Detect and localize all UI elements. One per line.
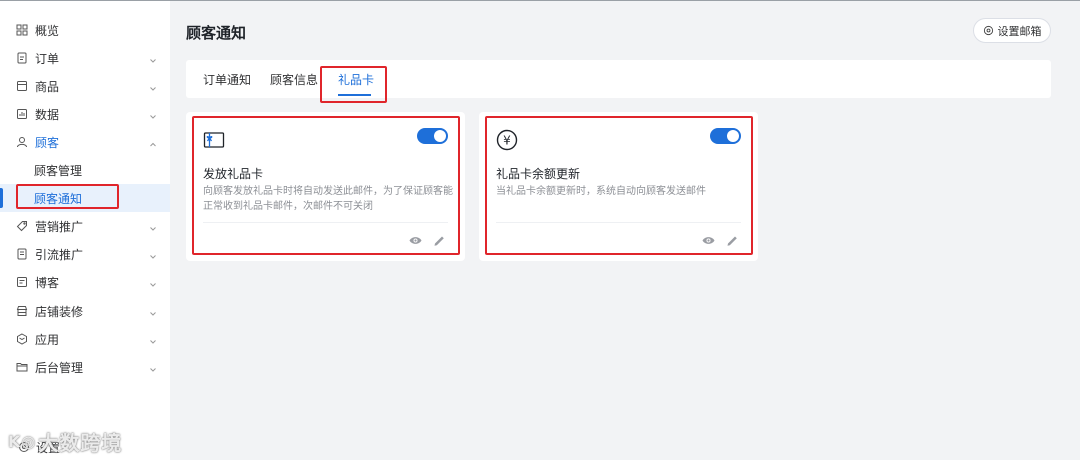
toggle-knob bbox=[727, 130, 739, 142]
card-divider bbox=[203, 222, 448, 223]
card-title: 礼品卡余额更新 bbox=[496, 167, 581, 181]
toggle-knob bbox=[434, 130, 446, 142]
svg-text:¥: ¥ bbox=[503, 134, 511, 148]
traffic-icon bbox=[16, 248, 28, 260]
yuan-coin-icon: ¥ bbox=[496, 129, 518, 151]
settings-gear-icon bbox=[18, 441, 30, 453]
sidebar-subitem-customer-notifications[interactable]: 顾客通知 bbox=[0, 184, 170, 212]
sidebar-item-label: 后台管理 bbox=[35, 360, 84, 375]
sidebar-item-label: 应用 bbox=[35, 332, 60, 347]
edit-pencil-icon[interactable] bbox=[433, 234, 446, 247]
sidebar-item-store-design[interactable]: 店铺装修 bbox=[0, 297, 170, 325]
chevron-up-icon bbox=[149, 138, 157, 147]
sidebar-subitem-customer-management[interactable]: 顾客管理 bbox=[0, 156, 170, 184]
sidebar-item-apps[interactable]: 应用 bbox=[0, 325, 170, 353]
gear-icon bbox=[983, 25, 993, 36]
sidebar-item-orders[interactable]: 订单 bbox=[0, 44, 170, 72]
tab-order-notifications[interactable]: 订单通知 bbox=[203, 60, 251, 98]
blog-icon bbox=[16, 276, 28, 288]
sidebar-item-label: 营销推广 bbox=[35, 219, 84, 234]
order-icon bbox=[16, 52, 28, 64]
store-icon bbox=[16, 305, 28, 317]
notification-card-balance-update: ¥ 礼品卡余额更新 当礼品卡余额更新时，系统自动向顾客发送邮件 bbox=[479, 112, 758, 261]
sidebar-item-label: 概览 bbox=[35, 23, 60, 38]
active-indicator bbox=[0, 188, 3, 208]
tab-label: 订单通知 bbox=[203, 72, 252, 87]
preview-eye-icon[interactable] bbox=[409, 234, 422, 247]
chevron-down-icon bbox=[149, 307, 157, 316]
chevron-down-icon bbox=[149, 222, 157, 231]
data-icon bbox=[16, 108, 28, 120]
sidebar-item-marketing[interactable]: 营销推广 bbox=[0, 212, 170, 240]
chevron-down-icon bbox=[149, 54, 157, 63]
chevron-down-icon bbox=[149, 250, 157, 259]
notification-card-issue-gift-card: 发放礼品卡 向顾客发放礼品卡时将自动发送此邮件，为了保证顾客能正常收到礼品卡邮件… bbox=[186, 112, 465, 261]
card-divider bbox=[496, 222, 741, 223]
sidebar-settings[interactable]: 设置 bbox=[0, 433, 170, 460]
sidebar-item-label: 订单 bbox=[35, 51, 60, 66]
tab-active-underline bbox=[338, 94, 371, 96]
sidebar-item-label: 店铺装修 bbox=[35, 304, 84, 319]
tab-label: 顾客信息 bbox=[270, 72, 319, 87]
sidebar-item-blog[interactable]: 博客 bbox=[0, 268, 170, 296]
card-description: 当礼品卡余额更新时，系统自动向顾客发送邮件 bbox=[496, 186, 706, 197]
chevron-down-icon bbox=[149, 82, 157, 91]
settings-mail-label: 设置邮箱 bbox=[997, 24, 1042, 38]
sidebar-subitem-label: 顾客管理 bbox=[34, 163, 83, 178]
sidebar-item-customers[interactable]: 顾客 bbox=[0, 128, 170, 156]
page-title: 顾客通知 bbox=[186, 24, 247, 42]
issue-gift-card-toggle[interactable] bbox=[417, 128, 448, 144]
tabs-bar: 订单通知 顾客信息 礼品卡 bbox=[186, 60, 1051, 98]
sidebar: 概览 订单 商品 数据 顾客 顾客管理 顾客通知 营销推广 引流推广 博客 店铺… bbox=[0, 1, 170, 460]
tab-customer-info[interactable]: 顾客信息 bbox=[270, 60, 318, 98]
sidebar-item-label: 商品 bbox=[35, 79, 60, 94]
sidebar-settings-label: 设置 bbox=[36, 440, 61, 455]
chevron-down-icon bbox=[149, 110, 157, 119]
app-icon bbox=[16, 333, 28, 345]
chevron-down-icon bbox=[149, 363, 157, 372]
edit-pencil-icon[interactable] bbox=[726, 234, 739, 247]
chevron-down-icon bbox=[149, 278, 157, 287]
tab-label: 礼品卡 bbox=[338, 72, 375, 87]
overview-icon bbox=[16, 24, 28, 36]
chevron-down-icon bbox=[149, 335, 157, 344]
sidebar-item-admin[interactable]: 后台管理 bbox=[0, 353, 170, 381]
tag-icon bbox=[16, 220, 28, 232]
sidebar-subitem-label: 顾客通知 bbox=[34, 191, 83, 206]
card-title: 发放礼品卡 bbox=[203, 167, 264, 181]
sidebar-item-data[interactable]: 数据 bbox=[0, 100, 170, 128]
folder-icon bbox=[16, 361, 28, 373]
preview-eye-icon[interactable] bbox=[702, 234, 715, 247]
sidebar-item-label: 顾客 bbox=[35, 135, 60, 150]
product-icon bbox=[16, 80, 28, 92]
sidebar-item-label: 数据 bbox=[35, 107, 60, 122]
sidebar-item-overview[interactable]: 概览 bbox=[0, 16, 170, 44]
sidebar-item-label: 引流推广 bbox=[35, 247, 84, 262]
tab-gift-card[interactable]: 礼品卡 bbox=[338, 60, 374, 98]
sidebar-item-label: 博客 bbox=[35, 275, 60, 290]
card-description: 向顾客发放礼品卡时将自动发送此邮件，为了保证顾客能正常收到礼品卡邮件，次邮件不可… bbox=[203, 186, 453, 212]
settings-mail-button[interactable]: 设置邮箱 bbox=[973, 18, 1051, 43]
sidebar-item-products[interactable]: 商品 bbox=[0, 72, 170, 100]
gift-card-icon bbox=[203, 129, 225, 151]
balance-update-toggle[interactable] bbox=[710, 128, 741, 144]
customer-icon bbox=[16, 136, 28, 148]
sidebar-item-traffic[interactable]: 引流推广 bbox=[0, 240, 170, 268]
